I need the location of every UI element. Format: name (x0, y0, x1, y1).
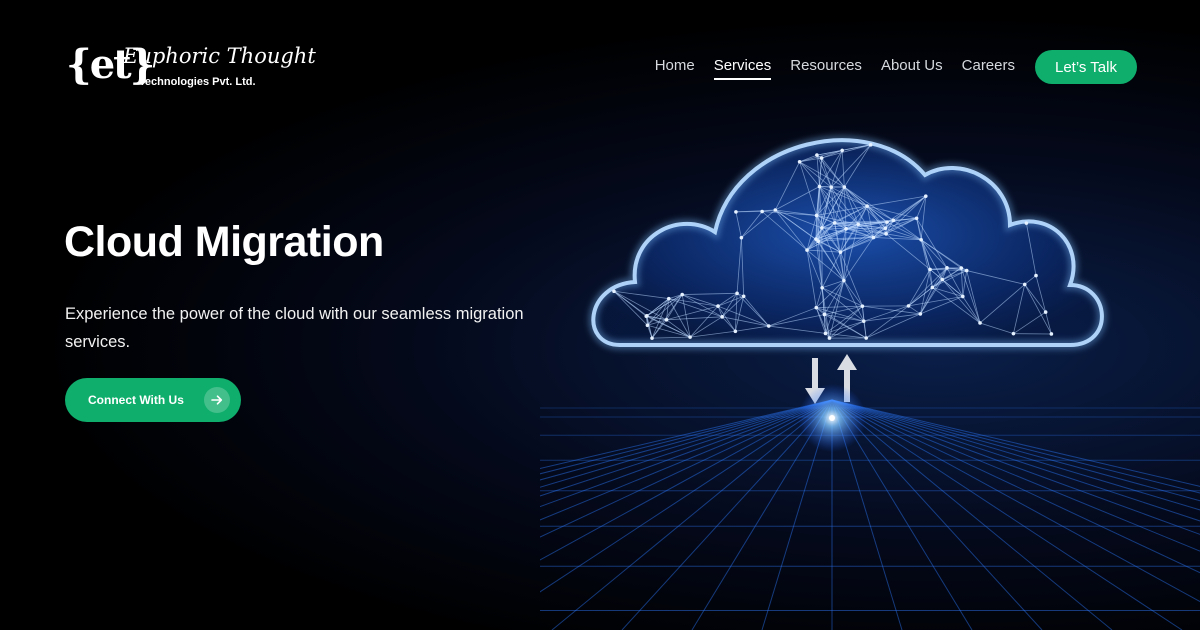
hero-section: {et} Euphoric Thought Technologies Pvt. … (0, 0, 1200, 630)
cloud-network-icon (588, 135, 1107, 350)
brand-tagline: Technologies Pvt. Ltd. (139, 76, 256, 88)
lets-talk-button[interactable]: Let’s Talk (1035, 50, 1137, 84)
nav-careers[interactable]: Careers (962, 57, 1015, 77)
nav-home[interactable]: Home (655, 57, 695, 77)
nav-about-us[interactable]: About Us (881, 57, 943, 77)
brand-logo[interactable]: {et} Euphoric Thought Technologies Pvt. … (66, 40, 316, 94)
nav-resources[interactable]: Resources (790, 57, 862, 77)
brand-name: Euphoric Thought (123, 44, 316, 68)
connect-button-label: Connect With Us (88, 393, 184, 407)
connect-with-us-button[interactable]: Connect With Us (65, 378, 241, 422)
cloud-network-illustration (540, 60, 1200, 630)
arrow-right-icon (204, 387, 230, 413)
nav-services[interactable]: Services (713, 57, 771, 80)
page-title: Cloud Migration (64, 218, 384, 266)
top-strip (0, 0, 1200, 20)
hero-subtitle: Experience the power of the cloud with o… (65, 305, 524, 351)
main-nav: Home Services Resources About Us Careers… (655, 50, 1137, 84)
